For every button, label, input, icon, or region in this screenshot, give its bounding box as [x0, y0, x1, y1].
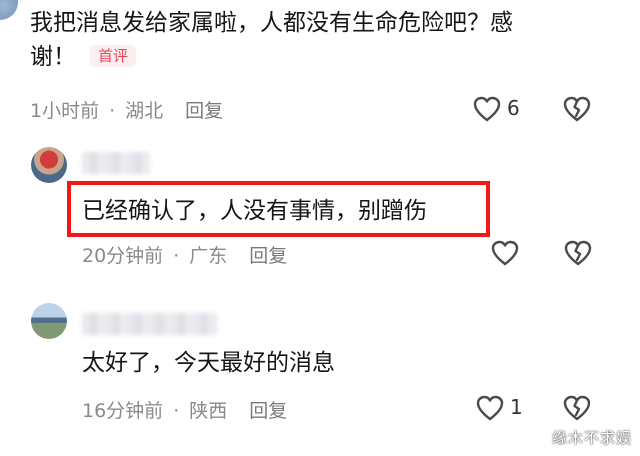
reply-location: 广东 — [189, 245, 228, 267]
first-comment-badge: 首评 — [90, 45, 137, 67]
reply-button[interactable]: 回复 — [249, 245, 287, 267]
avatar[interactable] — [31, 303, 67, 339]
heart-outline-icon[interactable] — [490, 239, 520, 267]
like-count: 1 — [510, 395, 523, 419]
reply-text: 太好了，今天最好的消息 — [82, 350, 335, 376]
meta-separator: · — [173, 400, 180, 422]
reply-text: 已经确认了，人没有事情，别蹭伤 — [82, 198, 427, 224]
username-blurred[interactable] — [82, 152, 150, 174]
reply-meta: 20分钟前 · 广东 回复 — [82, 241, 287, 268]
broken-heart-icon[interactable] — [562, 394, 592, 422]
meta-separator: · — [109, 100, 116, 122]
comment-meta: 1小时前 · 湖北 回复 — [30, 96, 223, 123]
broken-heart-icon[interactable] — [562, 95, 592, 123]
reply-meta: 16分钟前 · 陕西 回复 — [82, 396, 287, 423]
comment-text-line1: 我把消息发给家属啦，人都没有生命危险吧？感 — [30, 10, 513, 36]
comment-text-line2: 谢！ 首评 — [30, 40, 600, 74]
comment-location: 湖北 — [125, 100, 164, 122]
watermark: 缘木不求娱 — [551, 429, 632, 447]
reply-button[interactable]: 回复 — [249, 400, 287, 422]
reply-location: 陕西 — [189, 400, 228, 422]
heart-outline-icon[interactable] — [472, 95, 502, 123]
like-count: 6 — [507, 96, 520, 120]
avatar[interactable] — [31, 147, 67, 183]
meta-separator: · — [173, 245, 180, 267]
reply-time: 20分钟前 — [82, 245, 164, 267]
reply-time: 16分钟前 — [82, 400, 164, 422]
comment-time: 1小时前 — [30, 100, 100, 122]
username-blurred[interactable] — [82, 313, 217, 335]
broken-heart-icon[interactable] — [563, 239, 593, 267]
reply-button[interactable]: 回复 — [185, 100, 223, 122]
comment-text-line2-content: 谢！ — [30, 44, 76, 70]
comment-text: 我把消息发给家属啦，人都没有生命危险吧？感 谢！ 首评 — [30, 6, 600, 74]
avatar-partial[interactable] — [0, 0, 18, 20]
heart-outline-icon[interactable] — [475, 394, 505, 422]
